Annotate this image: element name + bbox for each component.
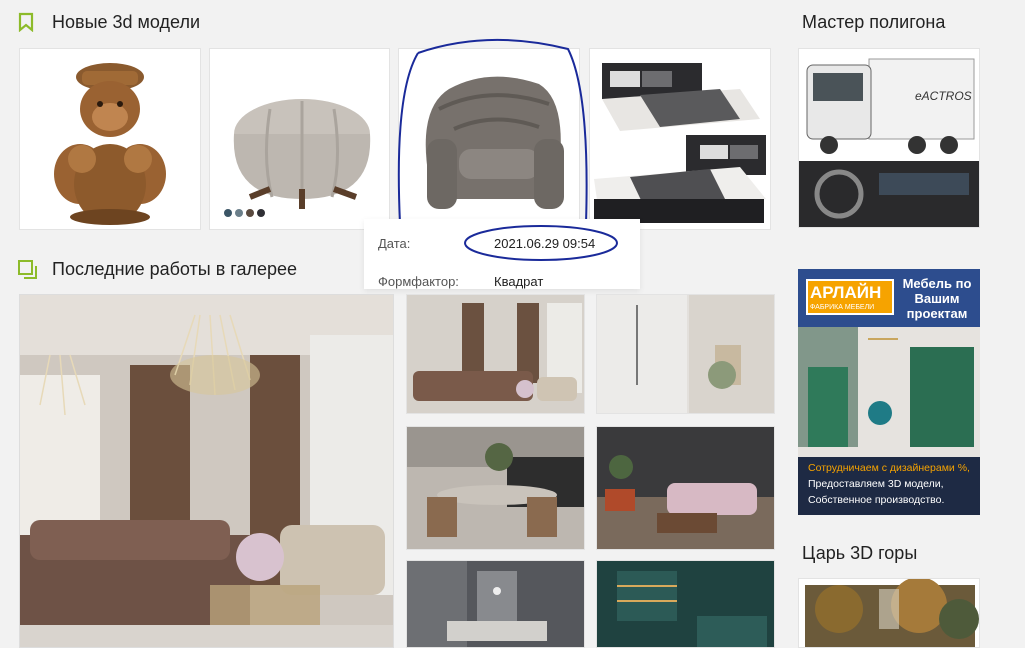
gallery-icon (18, 260, 37, 279)
model-card-bed[interactable] (589, 48, 771, 230)
ad-headline: Мебель по Вашим проектам (902, 276, 972, 321)
color-swatch[interactable] (257, 209, 265, 217)
gallery-thumbnail (407, 295, 584, 413)
annotation-circle-date (464, 225, 618, 261)
king-card[interactable] (798, 578, 980, 648)
gallery-thumbnail (597, 561, 774, 647)
date-label: Дата: (378, 236, 411, 251)
model-thumbnail (54, 63, 166, 225)
ad-logo: АРЛАЙН (810, 283, 882, 302)
color-swatch[interactable] (246, 209, 254, 217)
new-models-title: Новые 3d модели (52, 12, 201, 32)
gallery-thumbnail (407, 427, 584, 549)
gallery-item[interactable] (596, 426, 775, 550)
gallery-item[interactable] (406, 560, 585, 648)
ad-line-1: Сотрудничаем с дизайнерами %, (808, 462, 970, 474)
model-card-pouf[interactable] (209, 48, 390, 230)
master-title: Мастер полигона (802, 12, 946, 32)
model-card-monkey[interactable] (19, 48, 201, 230)
annotation-circle-card (397, 38, 588, 224)
bookmark-icon (18, 12, 34, 32)
master-card[interactable]: eACTROS (798, 48, 980, 228)
model-thumbnail (233, 99, 371, 209)
format-value: Квадрат (494, 274, 544, 289)
gallery-title: Последние работы в галерее (52, 259, 297, 279)
gallery-thumbnail (597, 295, 774, 413)
gallery-thumbnail (597, 427, 774, 549)
king-title: Царь 3D горы (802, 543, 918, 563)
gallery-item[interactable] (596, 294, 775, 414)
master-thumbnail (799, 49, 979, 227)
ad-image (798, 327, 980, 457)
color-swatch[interactable] (224, 209, 232, 217)
ad-logo-subtitle: ФАБРИКА МЕБЕЛИ (810, 304, 875, 311)
model-thumbnail (594, 63, 766, 223)
color-swatches (224, 209, 265, 217)
ad-line-3: Собственное производство. (808, 494, 945, 506)
gallery-item[interactable] (596, 560, 775, 648)
gallery-item[interactable] (406, 294, 585, 414)
gallery-item[interactable] (406, 426, 585, 550)
gallery-thumbnail (407, 561, 584, 647)
truck-brand: eACTROS (915, 89, 972, 103)
gallery-item-large[interactable] (19, 294, 394, 648)
format-label: Формфактор: (378, 274, 459, 289)
gallery-thumbnail (20, 295, 393, 647)
king-thumbnail (799, 579, 979, 647)
color-swatch[interactable] (235, 209, 243, 217)
advertisement-banner[interactable]: АРЛАЙН ФАБРИКА МЕБЕЛИ Мебель по Вашим пр… (798, 269, 980, 515)
ad-line-2: Предоставляем 3D модели, (808, 478, 944, 490)
